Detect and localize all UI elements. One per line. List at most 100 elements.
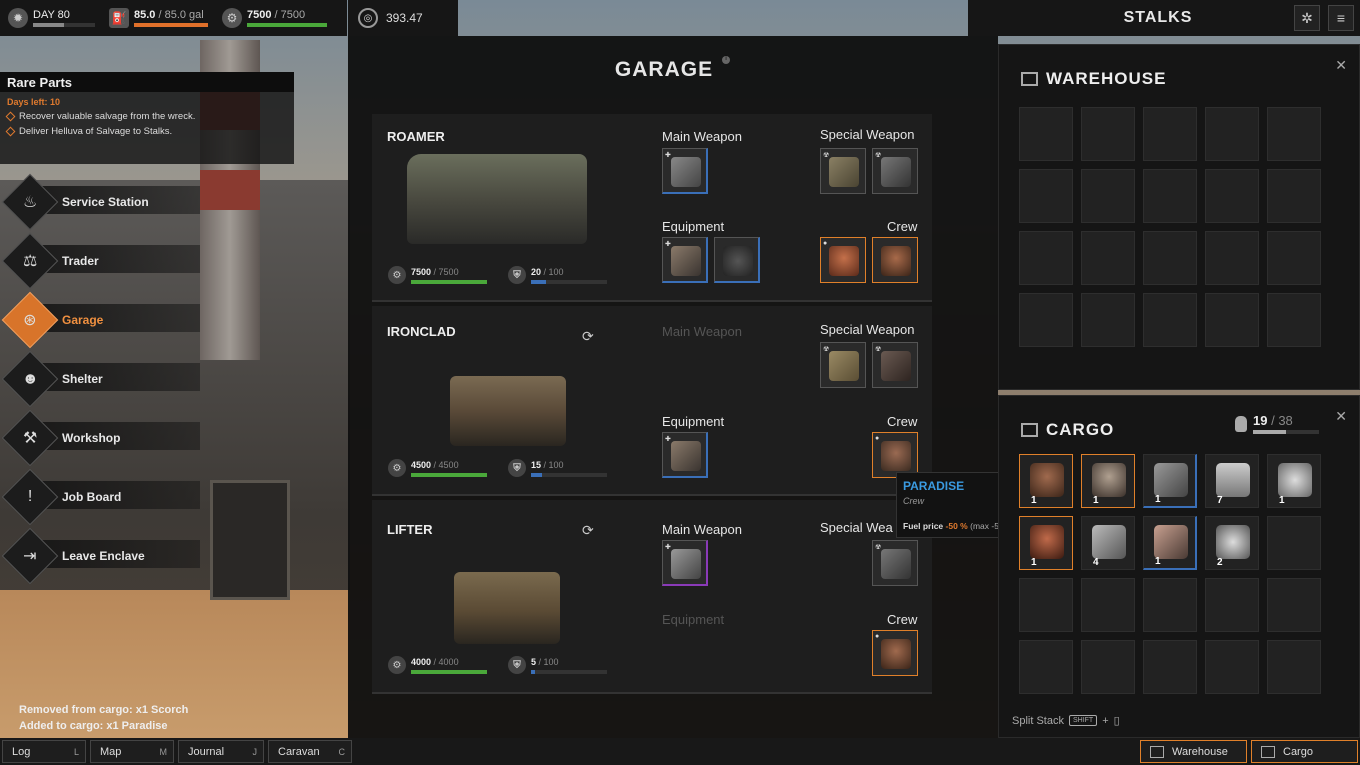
menu-icon[interactable]: ≡ (1328, 5, 1354, 31)
special-weapon-slot[interactable]: ☢ (872, 148, 918, 194)
diamond-icon (5, 111, 16, 122)
cargo-slot[interactable]: 7 (1205, 454, 1259, 508)
vehicle-ironclad-image (450, 376, 566, 446)
equipment-slot[interactable] (714, 237, 760, 283)
equipment-label: Equipment (662, 612, 725, 627)
warehouse-grid (1019, 107, 1321, 347)
cargo-used: 19 (1253, 413, 1268, 428)
vehicle-name: ROAMER (387, 129, 445, 144)
crew-portrait (1092, 463, 1126, 497)
warehouse-slot[interactable] (1267, 231, 1321, 285)
cargo-slot[interactable]: 1 (1019, 516, 1073, 570)
armor-max: / 100 (538, 656, 559, 667)
close-icon[interactable]: ✕ (1335, 57, 1347, 74)
cargo-slot[interactable] (1143, 578, 1197, 632)
cargo-slot[interactable]: 1 (1267, 454, 1321, 508)
barrel-item-icon (1216, 463, 1250, 497)
info-icon[interactable]: i (722, 56, 730, 64)
tab-journal[interactable]: Journal J (178, 740, 264, 763)
nav-service-station[interactable]: ♨ Service Station (1, 173, 200, 231)
crew-slot[interactable] (872, 237, 918, 283)
armor-value: 20 (531, 266, 542, 277)
vehicle-card-roamer[interactable]: ROAMER ⚙ 7500 / 7500 ⛨ 20 / 100 Main Weapo… (372, 114, 932, 302)
hotkey: M (159, 746, 168, 757)
nav-garage[interactable]: ⊛ Garage (1, 291, 200, 349)
cargo-slot[interactable] (1267, 640, 1321, 694)
cargo-slot[interactable]: 4 (1081, 516, 1135, 570)
cargo-slot[interactable] (1205, 640, 1259, 694)
equipment-slot[interactable]: ✚ (662, 237, 708, 283)
equipment-label: Equipment (662, 219, 725, 234)
parts-value: 7500 (247, 9, 272, 21)
warehouse-slot[interactable] (1143, 231, 1197, 285)
warehouse-slot[interactable] (1267, 169, 1321, 223)
bug-icon[interactable]: ✲ (1294, 5, 1320, 31)
warehouse-slot[interactable] (1267, 293, 1321, 347)
special-weapon-slot[interactable]: ☢ (872, 342, 918, 388)
nav-workshop[interactable]: ⚒ Workshop (1, 409, 200, 467)
special-weapon-slot[interactable]: ☢ (872, 540, 918, 586)
warehouse-slot[interactable] (1019, 107, 1073, 161)
cargo-slot[interactable] (1019, 578, 1073, 632)
hull-bar (411, 669, 487, 674)
flamer-item-icon (881, 351, 911, 381)
warehouse-slot[interactable] (1205, 231, 1259, 285)
warehouse-slot[interactable] (1205, 293, 1259, 347)
nav-trader[interactable]: ⚖ Trader (1, 232, 200, 290)
swap-icon[interactable]: ⟳ (582, 328, 594, 345)
nav-leave-enclave[interactable]: ⇥ Leave Enclave (1, 527, 200, 585)
cargo-slot[interactable] (1019, 640, 1073, 694)
warehouse-slot[interactable] (1143, 293, 1197, 347)
quest-days-left: Days left: 10 (7, 97, 61, 107)
swap-icon[interactable]: ⟳ (582, 522, 594, 539)
crew-slot[interactable]: ● (872, 630, 918, 676)
vehicle-card-ironclad[interactable]: IRONCLAD ⟳ ⚙ 4500 / 4500 ⛨ 15 / 100 Main W… (372, 306, 932, 496)
cargo-slot[interactable] (1267, 516, 1321, 570)
warehouse-slot[interactable] (1205, 169, 1259, 223)
item-count: 7 (1217, 495, 1223, 506)
cargo-slot[interactable] (1205, 578, 1259, 632)
vehicle-card-lifter[interactable]: LIFTER ⟳ ⚙ 4000 / 4000 ⛨ 5 / 100 Main Weap… (372, 500, 932, 694)
warehouse-slot[interactable] (1081, 107, 1135, 161)
equipment-slot[interactable]: ✚ (662, 432, 708, 478)
cargo-slot[interactable] (1081, 578, 1135, 632)
spikes-item-icon (671, 246, 701, 276)
warehouse-slot[interactable] (1267, 107, 1321, 161)
special-weapon-slot[interactable]: ☢ (820, 342, 866, 388)
warehouse-slot[interactable] (1019, 231, 1073, 285)
tab-warehouse[interactable]: Warehouse (1140, 740, 1247, 763)
warehouse-slot[interactable] (1081, 231, 1135, 285)
tab-cargo[interactable]: Cargo (1251, 740, 1358, 763)
cargo-slot[interactable]: 1 (1019, 454, 1073, 508)
cargo-slot[interactable]: 1 (1081, 454, 1135, 508)
cargo-slot[interactable] (1081, 640, 1135, 694)
cargo-slot[interactable]: 2 (1205, 516, 1259, 570)
tab-log[interactable]: Log L (2, 740, 86, 763)
warehouse-slot[interactable] (1019, 293, 1073, 347)
warehouse-slot[interactable] (1081, 169, 1135, 223)
warehouse-slot[interactable] (1143, 169, 1197, 223)
main-weapon-slot[interactable]: ✚ (662, 148, 708, 194)
crew-slot[interactable]: ● (820, 237, 866, 283)
cargo-slot[interactable]: 1 (1143, 454, 1197, 508)
warehouse-slot[interactable] (1081, 293, 1135, 347)
nav-shelter[interactable]: ☻ Shelter (1, 350, 200, 408)
warehouse-icon (1150, 745, 1164, 758)
main-weapon-slot[interactable]: ✚ (662, 540, 708, 586)
cargo-slot[interactable] (1143, 640, 1197, 694)
quest-tracker: Rare Parts Days left: 10 Recover valuabl… (0, 72, 294, 164)
cargo-slot[interactable] (1267, 578, 1321, 632)
warehouse-slot[interactable] (1143, 107, 1197, 161)
item-count: 2 (1217, 557, 1223, 568)
vehicle-name: LIFTER (387, 522, 433, 537)
cargo-slot[interactable]: 1 (1143, 516, 1197, 570)
warehouse-slot[interactable] (1205, 107, 1259, 161)
special-weapon-slot[interactable]: ☢ (820, 148, 866, 194)
money-value: 393.47 (386, 11, 423, 25)
warehouse-slot[interactable] (1019, 169, 1073, 223)
close-icon[interactable]: ✕ (1335, 408, 1347, 425)
tab-caravan[interactable]: Caravan C (268, 740, 352, 763)
tab-map[interactable]: Map M (90, 740, 174, 763)
nav-job-board[interactable]: ! Job Board (1, 468, 200, 526)
main-weapon-label: Main Weapon (662, 522, 742, 537)
